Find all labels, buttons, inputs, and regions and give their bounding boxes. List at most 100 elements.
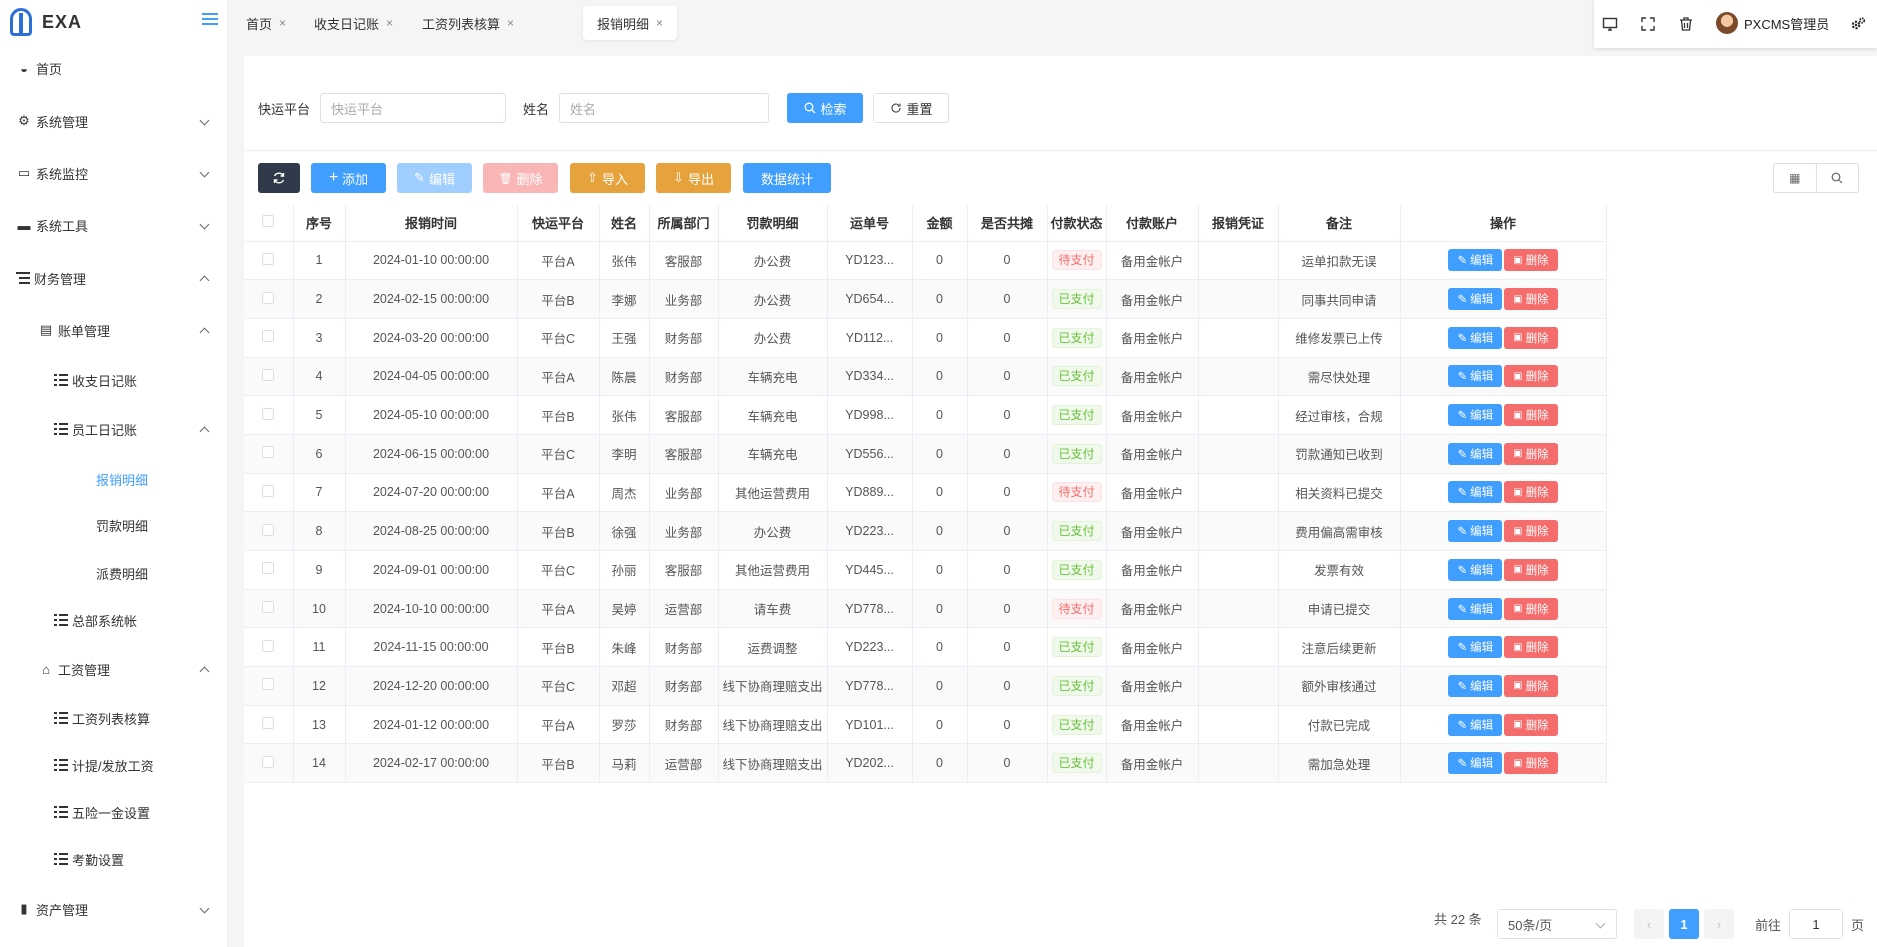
stats-button[interactable]: 数据统计 <box>743 163 831 193</box>
row-edit-button[interactable]: ✎ 编辑 <box>1448 597 1503 620</box>
platform-input[interactable]: 快运平台 <box>320 93 507 123</box>
page-number[interactable]: 1 <box>1669 909 1699 939</box>
monitor-icon[interactable] <box>1602 16 1618 32</box>
table-row[interactable]: 1 2024-01-10 00:00:00 平台A 张伟 客服部 办公费 YD123... 0… <box>244 241 1607 281</box>
chevron-up-icon[interactable] <box>199 426 210 437</box>
row-edit-button[interactable]: ✎ 编辑 <box>1448 404 1503 427</box>
row-checkbox[interactable] <box>244 705 294 745</box>
sidebar-item[interactable]: ▬ 系统工具 <box>0 207 228 243</box>
row-edit-button[interactable]: ✎ 编辑 <box>1448 326 1503 349</box>
page-size-select[interactable]: 50条/页 <box>1497 909 1617 939</box>
table-row[interactable]: 6 2024-06-15 00:00:00 平台C 李明 客服部 车辆充电 YD556...… <box>244 434 1607 474</box>
row-edit-button[interactable]: ✎ 编辑 <box>1448 636 1503 659</box>
row-delete-button[interactable]: ▣ 删除 <box>1504 597 1558 620</box>
row-delete-button[interactable]: ▣ 删除 <box>1504 288 1558 311</box>
row-checkbox[interactable] <box>244 318 294 358</box>
sidebar-item[interactable]: 报销明细 <box>0 461 228 497</box>
row-edit-button[interactable]: ✎ 编辑 <box>1448 288 1503 311</box>
row-checkbox[interactable] <box>244 241 294 281</box>
chevron-down-icon[interactable] <box>199 167 210 178</box>
sidebar-item[interactable]: 财务管理 <box>0 260 228 296</box>
row-delete-button[interactable]: ▣ 删除 <box>1504 713 1558 736</box>
row-edit-button[interactable]: ✎ 编辑 <box>1448 558 1503 581</box>
fullscreen-icon[interactable] <box>1640 16 1656 32</box>
sidebar-item[interactable]: 计提/发放工资 <box>0 747 228 783</box>
row-checkbox[interactable] <box>244 550 294 590</box>
trash-icon[interactable] <box>1678 16 1694 32</box>
tab-home[interactable]: 首页 × <box>232 6 300 40</box>
row-checkbox[interactable] <box>244 357 294 397</box>
row-edit-button[interactable]: ✎ 编辑 <box>1448 674 1503 697</box>
tab-salary-list[interactable]: 工资列表核算 × <box>408 6 528 40</box>
row-edit-button[interactable]: ✎ 编辑 <box>1448 713 1503 736</box>
next-page-button[interactable]: › <box>1704 909 1734 939</box>
row-delete-button[interactable]: ▣ 删除 <box>1504 404 1558 427</box>
row-checkbox[interactable] <box>244 279 294 319</box>
sidebar-item[interactable]: 员工日记账 <box>0 411 228 447</box>
row-checkbox[interactable] <box>244 434 294 474</box>
close-icon[interactable]: × <box>507 16 514 30</box>
table-row[interactable]: 8 2024-08-25 00:00:00 平台B 徐强 业务部 办公费 YD223... 0… <box>244 511 1607 551</box>
chevron-up-icon[interactable] <box>199 666 210 677</box>
chevron-up-icon[interactable] <box>199 275 210 286</box>
sidebar-item[interactable]: 派费明细 <box>0 555 228 591</box>
sidebar-item[interactable]: 收支日记账 <box>0 362 228 398</box>
table-row[interactable]: 11 2024-11-15 00:00:00 平台B 朱峰 财务部 运费调整 YD223..… <box>244 627 1607 668</box>
row-checkbox[interactable] <box>244 511 294 551</box>
row-edit-button[interactable]: ✎ 编辑 <box>1448 752 1503 775</box>
table-row[interactable]: 2 2024-02-15 00:00:00 平台B 李娜 业务部 办公费 YD654... 0… <box>244 279 1607 319</box>
row-delete-button[interactable]: ▣ 删除 <box>1504 365 1558 388</box>
row-checkbox[interactable] <box>244 589 294 629</box>
select-all-checkbox[interactable] <box>244 205 294 242</box>
sidebar-item[interactable]: ⌂ 工资管理 <box>0 651 228 687</box>
add-button[interactable]: + 添加 <box>311 163 386 193</box>
tab-income-journal[interactable]: 收支日记账 × <box>300 6 407 40</box>
table-row[interactable]: 5 2024-05-10 00:00:00 平台B 张伟 客服部 车辆充电 YD998...… <box>244 395 1607 435</box>
sidebar-item[interactable]: 总部系统帐 <box>0 602 228 638</box>
row-delete-button[interactable]: ▣ 删除 <box>1504 481 1558 504</box>
row-delete-button[interactable]: ▣ 删除 <box>1504 752 1558 775</box>
export-button[interactable]: ⇩ 导出 <box>656 163 731 193</box>
chevron-down-icon[interactable] <box>199 219 210 230</box>
row-delete-button[interactable]: ▣ 删除 <box>1504 636 1558 659</box>
close-icon[interactable]: × <box>656 16 663 30</box>
row-delete-button[interactable]: ▣ 删除 <box>1504 520 1558 543</box>
chevron-up-icon[interactable] <box>199 327 210 338</box>
delete-button[interactable]: 🗑 删除 <box>483 163 558 193</box>
table-row[interactable]: 3 2024-03-20 00:00:00 平台C 王强 财务部 办公费 YD112... 0… <box>244 318 1607 358</box>
sidebar-item[interactable]: 罚款明细 <box>0 507 228 543</box>
chevron-down-icon[interactable] <box>199 903 210 914</box>
sidebar-item[interactable]: ▤ 账单管理 <box>0 312 228 348</box>
sidebar-item[interactable]: ▮ 资产管理 <box>0 891 228 927</box>
settings-gears-icon[interactable] <box>1850 16 1866 32</box>
row-edit-button[interactable]: ✎ 编辑 <box>1448 249 1503 272</box>
collapse-sidebar-icon[interactable] <box>202 13 218 27</box>
row-checkbox[interactable] <box>244 666 294 706</box>
close-icon[interactable]: × <box>386 16 393 30</box>
row-checkbox[interactable] <box>244 627 294 668</box>
row-edit-button[interactable]: ✎ 编辑 <box>1448 520 1503 543</box>
search-icon[interactable] <box>1817 164 1859 192</box>
goto-page-input[interactable]: 1 <box>1789 909 1844 939</box>
import-button[interactable]: ⇧ 导入 <box>570 163 645 193</box>
sidebar-item[interactable]: 工资列表核算 <box>0 700 228 736</box>
row-delete-button[interactable]: ▣ 删除 <box>1504 249 1558 272</box>
chevron-down-icon[interactable] <box>199 115 210 126</box>
search-button[interactable]: 检索 <box>787 93 864 123</box>
table-row[interactable]: 13 2024-01-12 00:00:00 平台A 罗莎 财务部 线下协商理赔支出 YD1… <box>244 705 1607 745</box>
user-menu[interactable]: PXCMS管理员 <box>1716 12 1829 34</box>
row-edit-button[interactable]: ✎ 编辑 <box>1448 442 1503 465</box>
table-row[interactable]: 7 2024-07-20 00:00:00 平台A 周杰 业务部 其他运营费用 YD889.… <box>244 473 1607 513</box>
table-row[interactable]: 4 2024-04-05 00:00:00 平台A 陈晨 财务部 车辆充电 YD334...… <box>244 357 1607 397</box>
table-row[interactable]: 9 2024-09-01 00:00:00 平台C 孙丽 客服部 其他运营费用 YD445.… <box>244 550 1607 590</box>
row-delete-button[interactable]: ▣ 删除 <box>1504 442 1558 465</box>
sidebar-item[interactable]: ◒ 首页 <box>0 50 228 86</box>
name-input[interactable]: 姓名 <box>559 93 770 123</box>
row-checkbox[interactable] <box>244 743 294 784</box>
sidebar-item[interactable]: ⚙ 系统管理 <box>0 103 228 139</box>
prev-page-button[interactable]: ‹ <box>1634 909 1664 939</box>
row-delete-button[interactable]: ▣ 删除 <box>1504 674 1558 697</box>
table-row[interactable]: 12 2024-12-20 00:00:00 平台C 邓超 财务部 线下协商理赔支出 YD7… <box>244 666 1607 706</box>
table-row[interactable]: 14 2024-02-17 00:00:00 平台B 马莉 运营部 线下协商理赔支出 YD2… <box>244 743 1607 784</box>
row-checkbox[interactable] <box>244 395 294 435</box>
